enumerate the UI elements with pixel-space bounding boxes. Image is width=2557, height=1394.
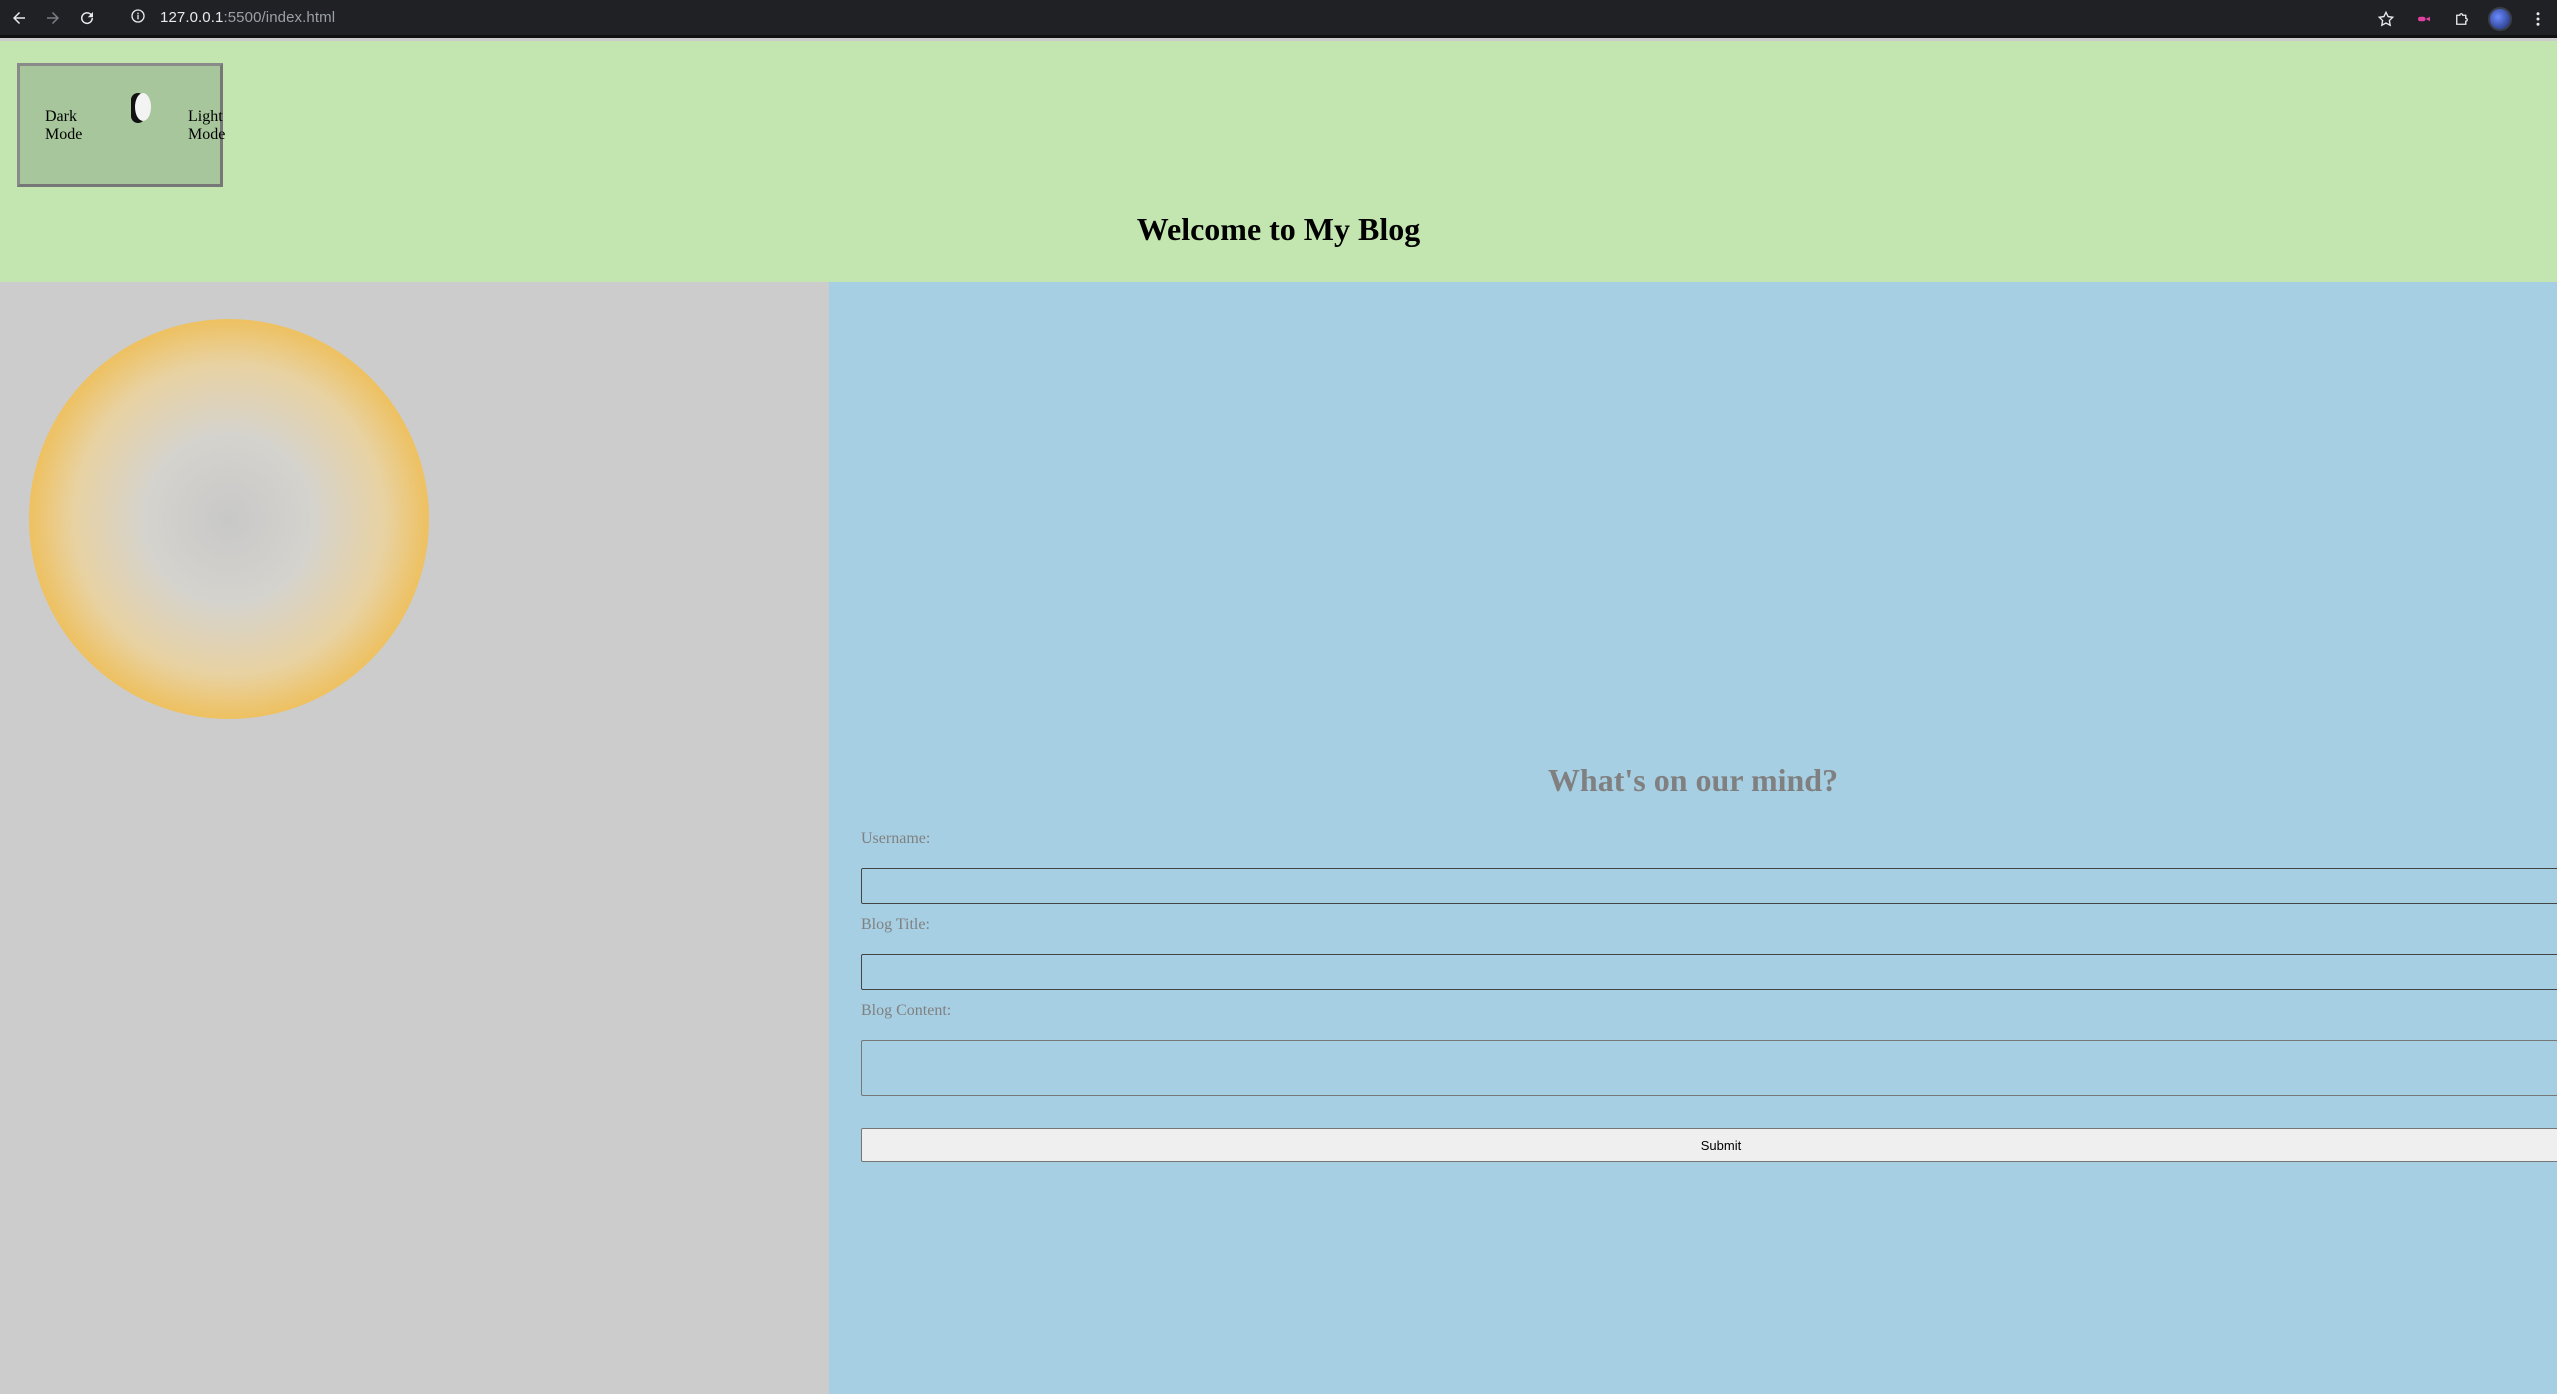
address-bar[interactable]: 127.0.0.1:5500/index.html [120,3,345,33]
blog-title-input[interactable] [861,954,2557,990]
site-info-icon[interactable] [130,8,146,28]
light-mode-label: Light Mode [188,108,226,143]
toggle-knob-icon[interactable] [131,93,153,123]
bookmark-star-icon[interactable] [2367,0,2405,38]
blog-content-textarea[interactable] [861,1040,2557,1096]
toggle-light-half [135,93,151,121]
form-heading: What's on our mind? [1547,762,1839,798]
extension-icon[interactable] [2405,0,2443,38]
url-text: 127.0.0.1:5500/index.html [160,9,335,26]
avatar [2488,7,2512,31]
profile-avatar[interactable] [2481,0,2519,38]
url-host: 127.0.0.1 [160,9,224,26]
username-input[interactable] [861,868,2557,904]
dark-mode-label: Dark Mode [45,108,83,143]
puzzle-icon[interactable] [2443,0,2481,38]
back-arrow-icon[interactable] [4,3,34,33]
menu-dots-icon[interactable] [2519,0,2557,38]
submit-button[interactable]: Submit [861,1128,2557,1162]
toolbar-actions [2367,0,2557,38]
left-panel [0,282,829,1394]
forward-arrow-icon[interactable] [38,3,68,33]
page-title: Welcome to My Blog [1136,211,1421,247]
reload-icon[interactable] [72,3,102,33]
blog-title-label: Blog Title: [861,916,930,933]
blog-form-panel: What's on our mind? Username: Blog Title… [829,282,2557,1394]
browser-toolbar: 127.0.0.1:5500/index.html [0,0,2557,38]
dark-light-mode-toggle[interactable]: Dark Mode Light Mode [17,63,225,187]
blog-content-label: Blog Content: [861,1002,952,1019]
site-header: Dark Mode Light Mode Welcome to My Blog [0,41,2557,282]
sun-graphic [29,319,429,719]
username-label: Username: [861,830,931,847]
url-path: :5500/index.html [223,9,336,26]
